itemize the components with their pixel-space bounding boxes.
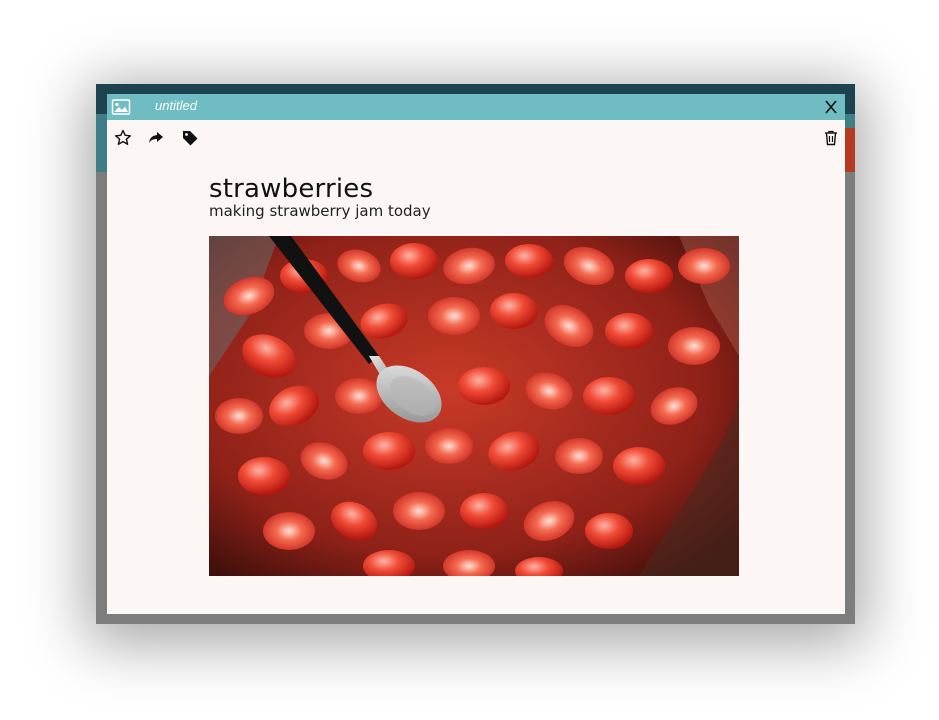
image-icon <box>111 97 131 117</box>
note-subtitle[interactable]: making strawberry jam today <box>209 202 431 220</box>
share-button[interactable] <box>146 128 166 148</box>
strawberries-photo[interactable] <box>209 236 739 576</box>
tag-icon <box>183 131 198 146</box>
share-icon <box>149 132 163 143</box>
favorite-button[interactable] <box>113 128 133 148</box>
star-icon <box>115 129 131 145</box>
delete-button[interactable] <box>821 128 841 148</box>
note-title[interactable]: strawberries <box>209 174 373 204</box>
close-icon <box>825 100 837 114</box>
window-titlebar[interactable]: untitled <box>107 94 845 120</box>
app-frame: untitled strawberries making strawberry … <box>96 84 855 624</box>
strawberries-image <box>209 236 739 576</box>
close-button[interactable] <box>821 97 841 117</box>
tag-button[interactable] <box>180 128 200 148</box>
note-window: untitled strawberries making strawberry … <box>107 94 845 614</box>
trash-icon <box>825 130 837 146</box>
window-title: untitled <box>155 98 197 113</box>
